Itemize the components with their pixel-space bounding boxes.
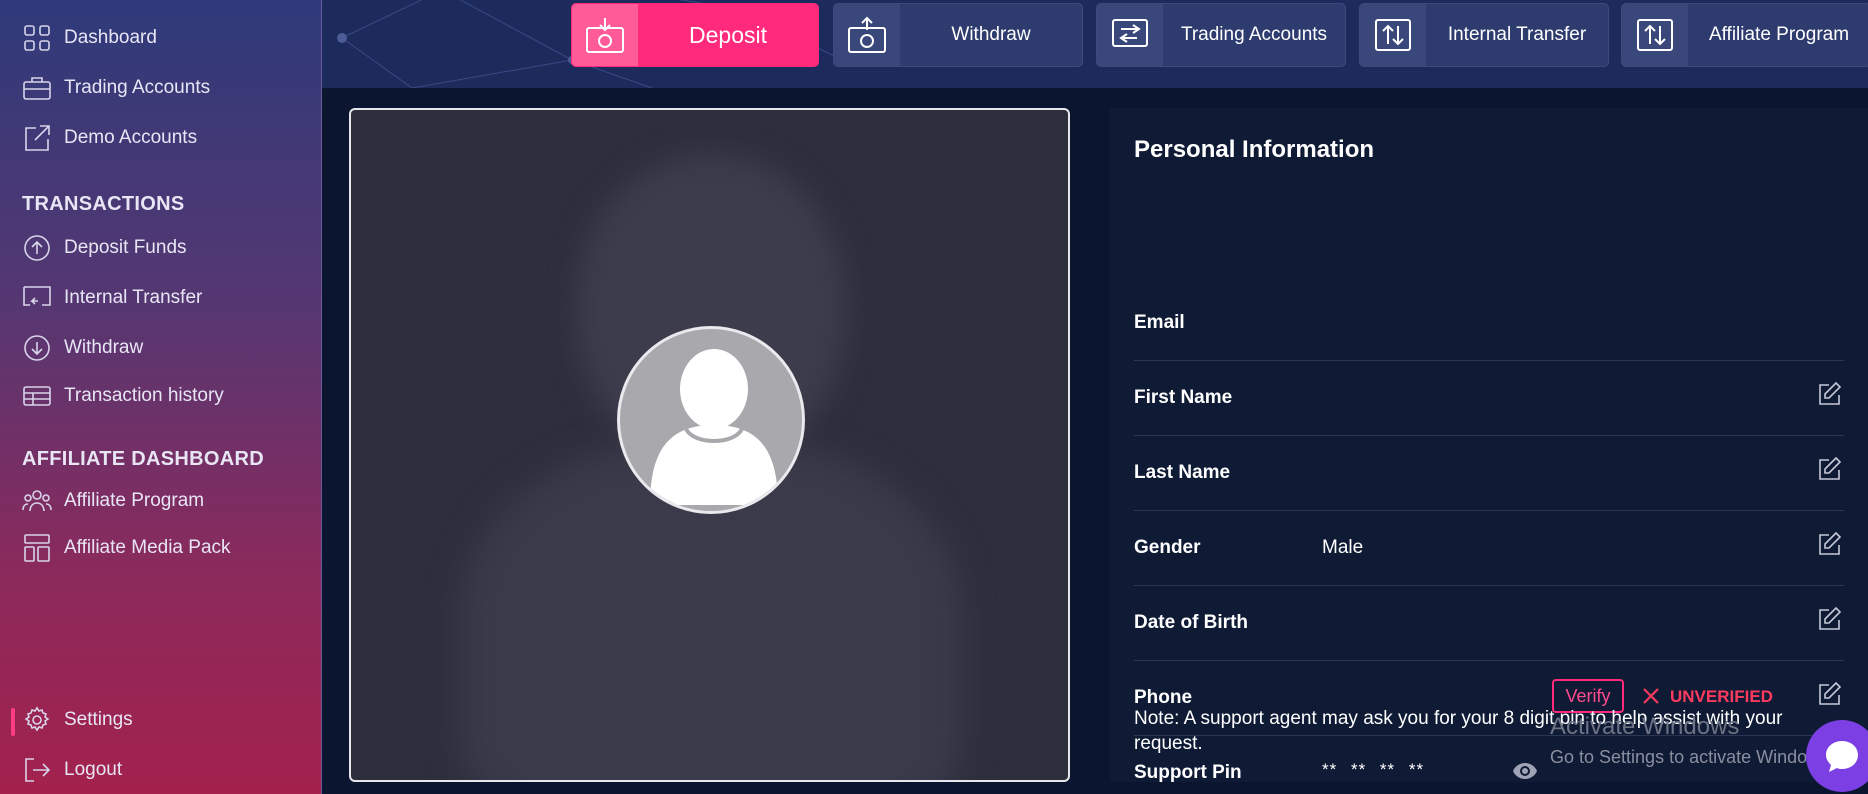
internal-transfer-icon [1360,4,1426,66]
withdraw-label: Withdraw [951,24,1031,45]
layout-icon [22,533,52,563]
field-label: Email [1134,312,1185,333]
last-name-row: Last Name [1134,436,1844,511]
sidebar-item-label: Demo Accounts [64,127,198,148]
grid-icon [22,23,52,53]
eye-icon[interactable] [1512,760,1538,782]
first-name-row: First Name [1134,361,1844,436]
section-header-affiliate-dashboard: AFFILIATE DASHBOARD [22,448,264,470]
trading-accounts-icon [1097,4,1163,66]
transfer-screen-icon [22,283,52,313]
sidebar-item-label: Withdraw [64,337,144,358]
field-label: Date of Birth [1134,612,1248,633]
sidebar-item-label: Settings [64,709,133,730]
sidebar-item-label: Deposit Funds [64,237,187,258]
field-label: Support Pin [1134,762,1242,783]
arrow-up-circle-icon [22,233,52,263]
field-label: Last Name [1134,462,1231,483]
active-indicator [11,708,15,736]
section-title: Personal Information [1134,136,1375,163]
deposit-button[interactable]: Deposit [571,3,819,67]
chat-bubble-icon [1826,741,1858,772]
date-of-birth-row: Date of Birth [1134,586,1844,661]
sidebar-item-label: Dashboard [64,27,157,48]
profile-picture-panel[interactable] [349,108,1070,782]
affiliate-program-icon [1622,4,1688,66]
gender-row: Gender Male [1134,511,1844,586]
email-row: Email [1134,286,1844,361]
logout-icon [22,755,52,785]
withdraw-icon [834,4,900,66]
personal-information-panel: Personal Information Email First Name La… [1110,108,1868,783]
sidebar-item-demo-accounts[interactable]: Demo Accounts [22,121,197,155]
sidebar-item-label: Internal Transfer [64,287,203,308]
affiliate-program-button[interactable]: Affiliate Program [1621,3,1868,67]
avatar[interactable] [617,326,805,514]
sidebar-item-label: Affiliate Program [64,490,205,511]
sidebar-item-affiliate-program[interactable]: Affiliate Program [22,484,204,518]
gender-value: Male [1322,537,1364,558]
user-silhouette-icon [650,349,778,505]
gear-icon [22,705,52,735]
watermark-subtitle: Go to Settings to activate Windows. [1550,747,1835,767]
support-pin-value: ** ** ** ** [1322,760,1425,779]
users-icon [22,486,52,516]
status-badge: UNVERIFIED [1670,687,1773,706]
sidebar-item-label: Logout [64,759,123,780]
edit-icon[interactable] [1816,606,1842,632]
sidebar-item-label: Trading Accounts [64,77,211,98]
top-action-bar: Deposit Withdraw Trading Accounts Intern… [322,0,1868,88]
watermark-title: Activate Windows [1550,713,1740,740]
sidebar-item-settings[interactable]: Settings [22,703,133,737]
trading-accounts-button[interactable]: Trading Accounts [1096,3,1346,67]
sidebar-item-dashboard[interactable]: Dashboard [22,21,157,55]
sidebar-item-withdraw[interactable]: Withdraw [22,331,143,365]
internal-transfer-label: Internal Transfer [1447,24,1587,45]
sidebar: Dashboard Trading Accounts Demo Accounts… [0,0,322,794]
briefcase-icon [22,73,52,103]
sidebar-item-transaction-history[interactable]: Transaction history [22,379,224,413]
deposit-icon [572,4,638,66]
edit-icon[interactable] [1816,381,1842,407]
edit-icon[interactable] [1816,681,1842,707]
close-icon [1642,687,1660,705]
withdraw-button[interactable]: Withdraw [833,3,1083,67]
field-label: First Name [1134,387,1233,408]
arrow-down-circle-icon [22,333,52,363]
field-label: Gender [1134,537,1201,558]
edit-icon[interactable] [1816,531,1842,557]
section-header-transactions: TRANSACTIONS [22,193,185,215]
live-chat-button[interactable] [1806,720,1868,792]
edit-icon[interactable] [1816,456,1842,482]
sidebar-item-affiliate-media-pack[interactable]: Affiliate Media Pack [22,531,231,565]
trading-accounts-label: Trading Accounts [1180,24,1328,45]
table-icon [22,381,52,411]
sidebar-item-label: Affiliate Media Pack [64,537,231,558]
sidebar-item-deposit-funds[interactable]: Deposit Funds [22,231,187,265]
sidebar-item-trading-accounts[interactable]: Trading Accounts [22,71,210,105]
sidebar-item-logout[interactable]: Logout [22,753,122,787]
external-link-icon [22,123,52,153]
affiliate-program-label: Affiliate Program [1708,24,1850,45]
sidebar-item-label: Transaction history [64,385,224,406]
sidebar-item-internal-transfer[interactable]: Internal Transfer [22,281,202,315]
windows-activation-watermark: Activate Windows Go to Settings to activ… [1550,712,1834,772]
internal-transfer-button[interactable]: Internal Transfer [1359,3,1609,67]
deposit-label: Deposit [689,21,767,48]
